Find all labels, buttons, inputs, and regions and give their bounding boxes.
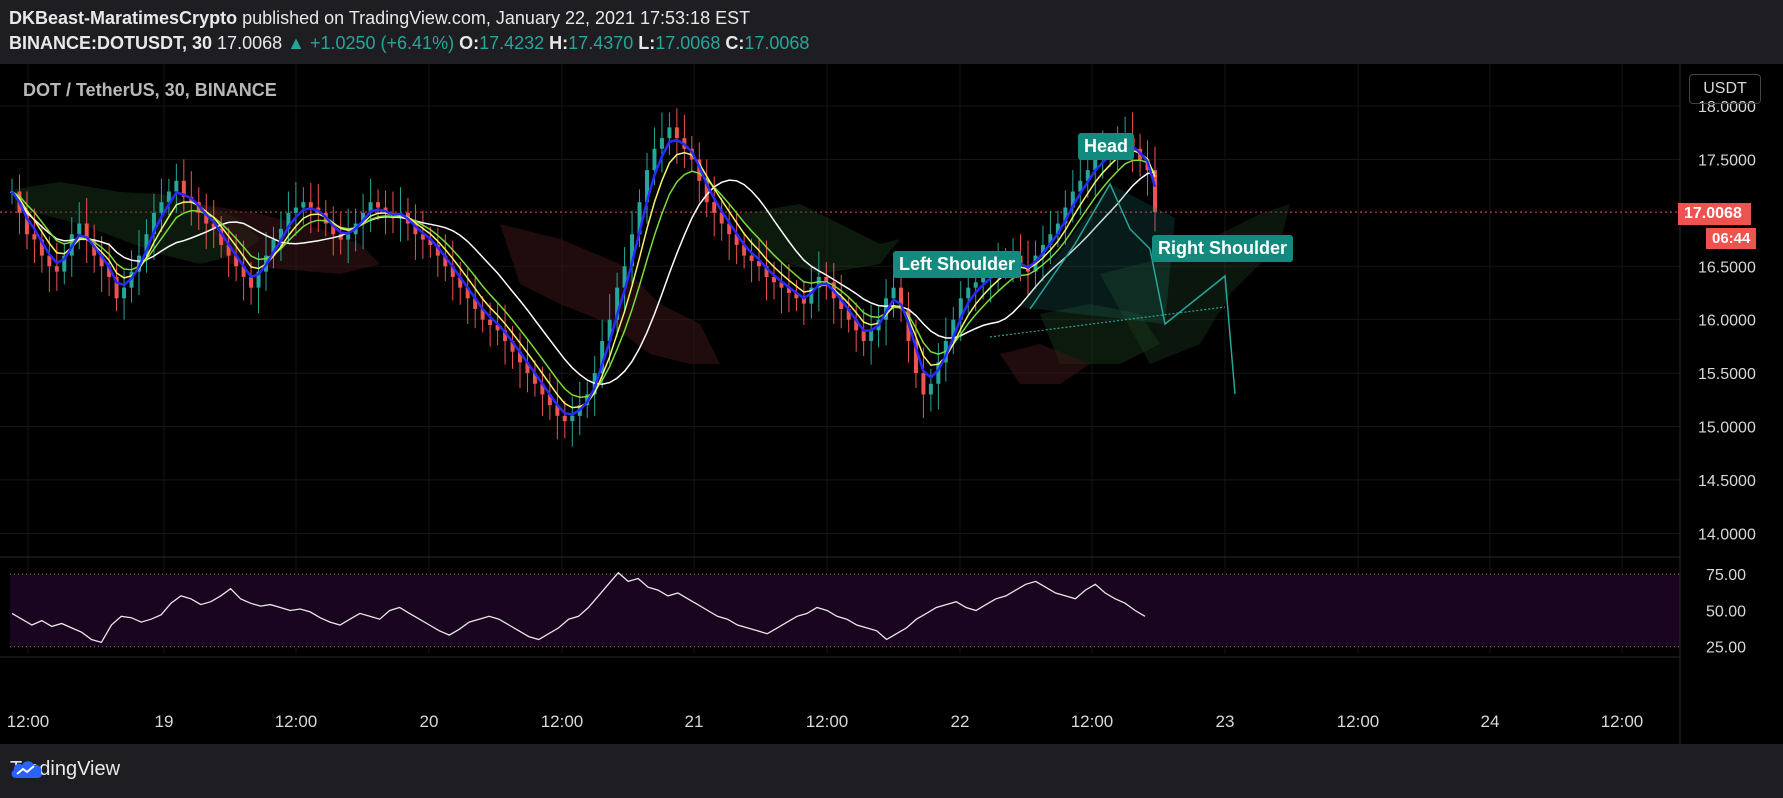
currency-button[interactable]: USDT bbox=[1689, 74, 1761, 104]
high-value: 17.4370 bbox=[568, 33, 634, 53]
rsi-tick-label: 50.00 bbox=[1706, 603, 1746, 620]
candle-body[interactable] bbox=[966, 287, 971, 299]
time-axis[interactable]: 12:00 19 12:00 20 12:00 21 12:00 22 12:00 23 12:00… bbox=[7, 712, 1644, 731]
chart-grid bbox=[0, 64, 1680, 654]
candle-body[interactable] bbox=[159, 202, 164, 213]
candle-body[interactable] bbox=[301, 202, 306, 208]
candle-body[interactable] bbox=[659, 138, 664, 149]
published-text: published on TradingView.com, January 22… bbox=[242, 8, 751, 28]
candle-body[interactable] bbox=[667, 127, 672, 139]
time-tick-label: 22 bbox=[951, 712, 970, 731]
candle-body[interactable] bbox=[712, 202, 717, 213]
time-tick-label: 12:00 bbox=[1337, 712, 1380, 731]
rsi-band bbox=[10, 574, 1680, 647]
close-value: 17.0068 bbox=[744, 33, 810, 53]
time-tick-label: 12:00 bbox=[806, 712, 849, 731]
candle-body[interactable] bbox=[54, 266, 59, 272]
rsi-pane[interactable]: 75.00 50.00 25.00 bbox=[10, 567, 1746, 657]
symbol-label: BINANCE:DOTUSDT, 30 bbox=[9, 33, 213, 53]
price-chart[interactable]: 75.0050.0025.00 18.000017.500016.500016.… bbox=[0, 64, 1783, 744]
open-label: O: bbox=[459, 33, 480, 53]
price-tick-label: 14.0000 bbox=[1698, 526, 1756, 543]
time-tick-label: 12:00 bbox=[7, 712, 50, 731]
ohlc-line: BINANCE:DOTUSDT, 30 17.0068 ▲ +1.0250 (+… bbox=[9, 33, 809, 54]
candle-body[interactable] bbox=[77, 223, 82, 235]
rsi-tick-label: 75.00 bbox=[1706, 567, 1746, 584]
price-tick-label: 14.5000 bbox=[1698, 473, 1756, 490]
last-price: 17.0068 bbox=[217, 33, 283, 53]
time-tick-label: 21 bbox=[685, 712, 704, 731]
price-tick-label: 15.0000 bbox=[1698, 420, 1756, 437]
tradingview-logo[interactable]: TradingView bbox=[10, 758, 120, 781]
close-label: C: bbox=[725, 33, 745, 53]
annotation-head[interactable]: Head bbox=[1078, 133, 1135, 160]
candle-body[interactable] bbox=[928, 383, 933, 395]
pane-title: DOT / TetherUS, 30, BINANCE bbox=[23, 80, 277, 100]
candle-body[interactable] bbox=[174, 180, 179, 192]
chart-header: DKBeast-MaratimesCrypto published on Tra… bbox=[0, 0, 1783, 64]
price-axis[interactable]: 18.000017.500016.500016.000015.500015.00… bbox=[1698, 99, 1756, 543]
publish-line: DKBeast-MaratimesCrypto published on Tra… bbox=[9, 8, 750, 29]
bar-countdown: 06:44 bbox=[1706, 228, 1757, 249]
time-tick-label: 19 bbox=[155, 712, 174, 731]
candle-body[interactable] bbox=[346, 234, 351, 240]
annotation-left-shoulder[interactable]: Left Shoulder bbox=[893, 251, 1021, 278]
time-tick-label: 12:00 bbox=[1601, 712, 1644, 731]
time-tick-label: 12:00 bbox=[541, 712, 584, 731]
time-tick-label: 20 bbox=[420, 712, 439, 731]
candle-body[interactable] bbox=[308, 202, 313, 208]
candle-body[interactable] bbox=[973, 282, 978, 288]
low-value: 17.0068 bbox=[655, 33, 721, 53]
candle-body[interactable] bbox=[674, 127, 679, 139]
price-tick-label: 15.5000 bbox=[1698, 366, 1756, 383]
candle-body[interactable] bbox=[749, 255, 754, 261]
candle-body[interactable] bbox=[32, 234, 37, 240]
price-tick-label: 17.5000 bbox=[1698, 152, 1756, 169]
rsi-tick-label: 25.00 bbox=[1706, 640, 1746, 657]
time-tick-label: 24 bbox=[1481, 712, 1500, 731]
candle-body[interactable] bbox=[488, 319, 493, 326]
candle-body[interactable] bbox=[122, 287, 127, 299]
high-label: H: bbox=[549, 33, 569, 53]
candle-body[interactable] bbox=[562, 415, 567, 422]
candle-body[interactable] bbox=[570, 415, 575, 422]
price-tick-label: 16.0000 bbox=[1698, 313, 1756, 330]
cloud-chart-icon bbox=[11, 761, 42, 778]
open-value: 17.4232 bbox=[479, 33, 545, 53]
candle-body[interactable] bbox=[249, 276, 254, 288]
candle-body[interactable] bbox=[376, 202, 381, 208]
time-tick-label: 12:00 bbox=[1071, 712, 1114, 731]
last-price-tag: 17.0068 bbox=[1678, 203, 1751, 225]
candle-body[interactable] bbox=[293, 207, 298, 213]
candle-body[interactable] bbox=[861, 330, 866, 342]
time-tick-label: 23 bbox=[1216, 712, 1235, 731]
chart-pane[interactable]: 75.00 50.00 25.00 18.0000 17.5000 16.5000 16.… bbox=[0, 64, 1783, 744]
footer: TradingView bbox=[0, 744, 1783, 798]
author-name[interactable]: DKBeast-MaratimesCrypto bbox=[9, 8, 237, 28]
candle-body[interactable] bbox=[891, 287, 896, 299]
annotation-right-shoulder[interactable]: Right Shoulder bbox=[1152, 235, 1293, 262]
candle-body[interactable] bbox=[921, 373, 926, 395]
price-tick-label: 16.5000 bbox=[1698, 259, 1756, 276]
price-change: ▲ +1.0250 (+6.41%) bbox=[287, 33, 455, 53]
time-tick-label: 12:00 bbox=[275, 712, 318, 731]
low-label: L: bbox=[638, 33, 656, 53]
candle-body[interactable] bbox=[869, 330, 874, 342]
candle-body[interactable] bbox=[652, 148, 657, 171]
